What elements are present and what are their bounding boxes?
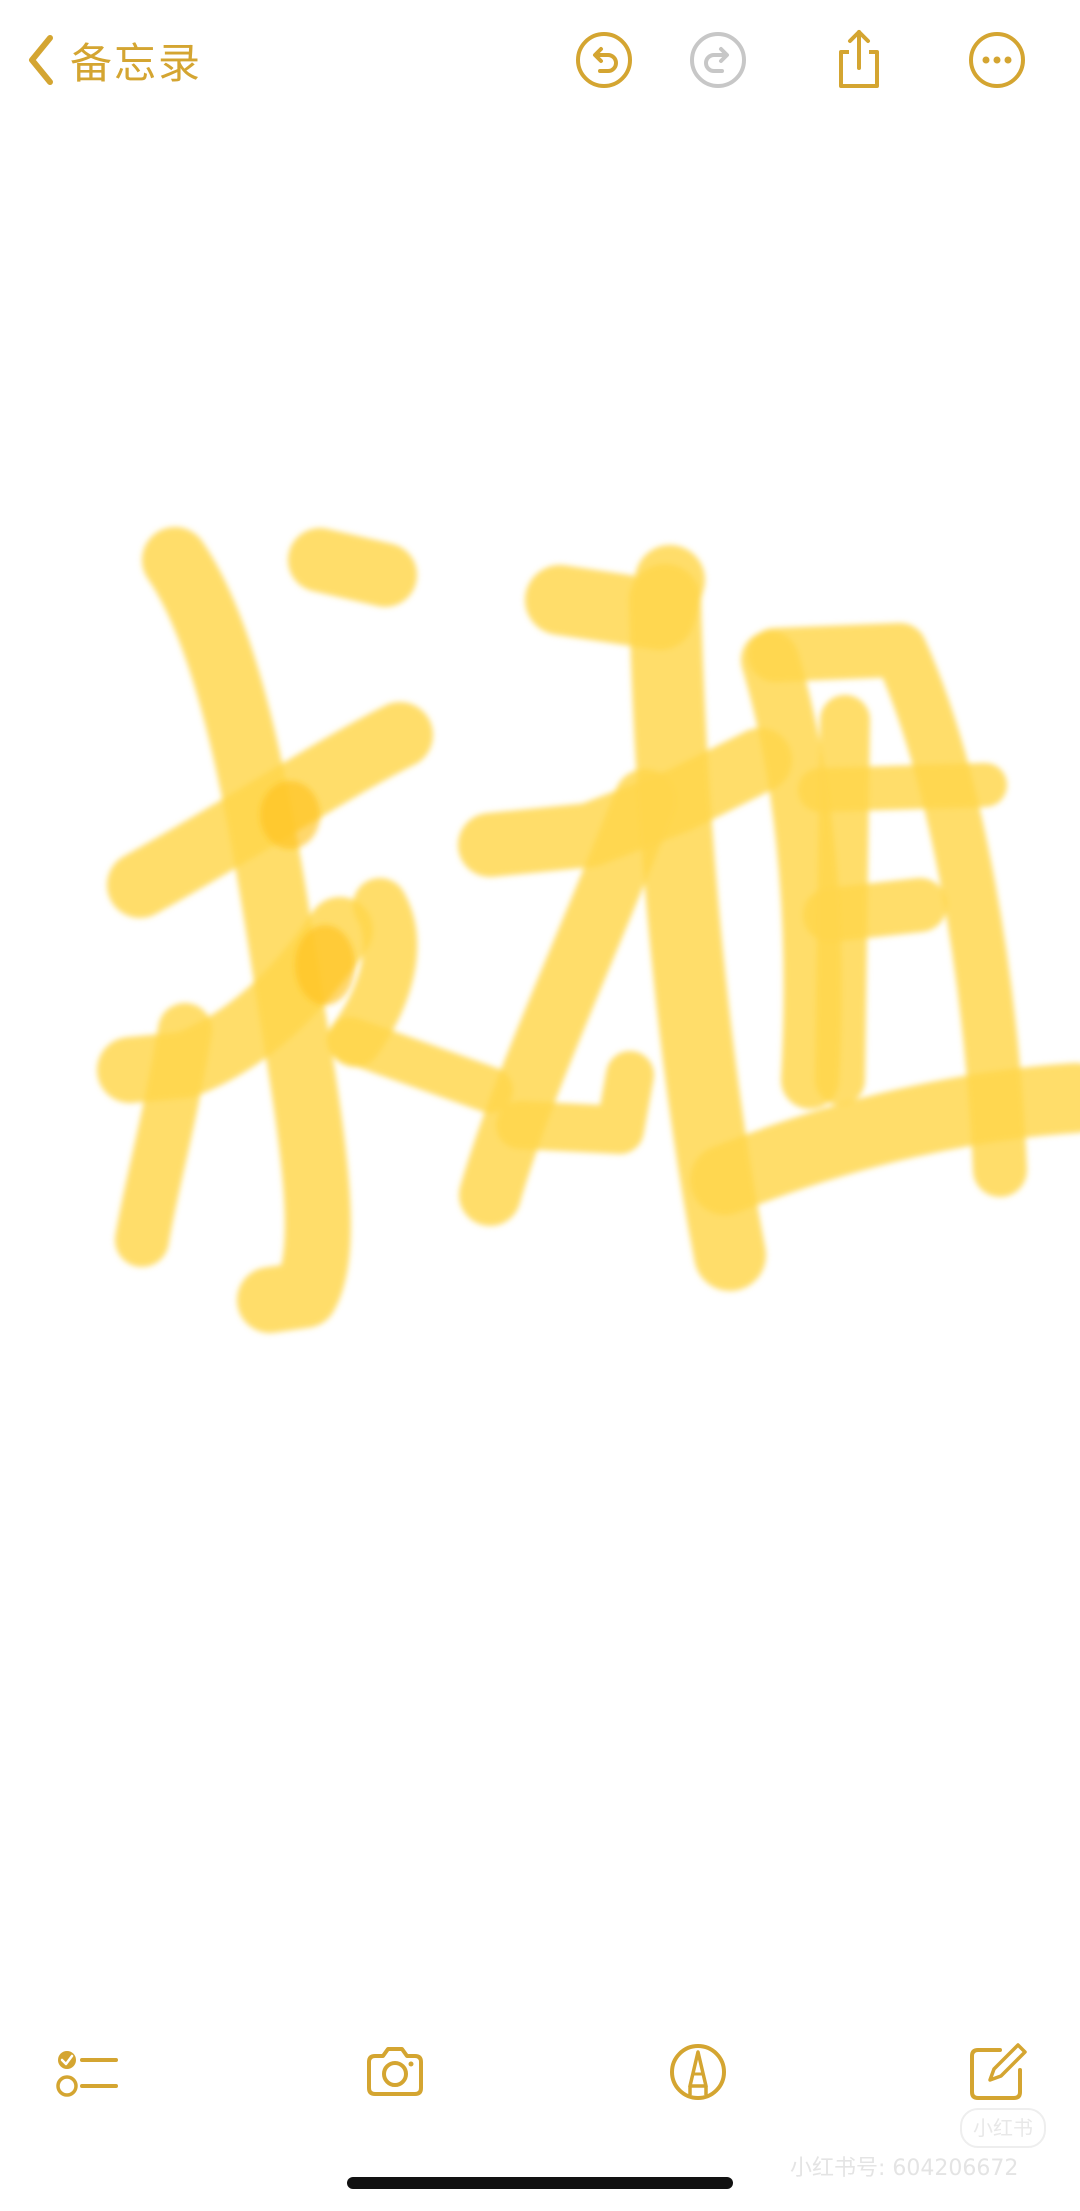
more-icon [969,32,1025,88]
markup-button[interactable] [666,2040,730,2104]
more-button[interactable] [965,28,1029,92]
compose-icon [970,2043,1027,2100]
redo-icon [690,32,746,88]
redo-button[interactable] [686,28,750,92]
markup-pen-icon [670,2044,726,2100]
drawing-canvas[interactable] [0,130,1080,2010]
watermark-text: 小红书号: 604206672 [790,2156,1019,2181]
home-indicator[interactable] [347,2177,733,2189]
bottom-toolbar [0,2030,1080,2120]
top-navigation-bar: 备忘录 [0,0,1080,130]
share-icon [839,30,879,88]
checklist-button[interactable] [54,2040,118,2104]
share-button[interactable] [827,28,891,92]
undo-icon [576,32,632,88]
back-button[interactable]: 备忘录 [26,30,202,90]
compose-button[interactable] [966,2040,1030,2104]
watermark-logo: 小红书 [960,2108,1046,2148]
checklist-icon [56,2051,118,2097]
chevron-left-icon [29,35,53,85]
back-label: 备忘录 [70,38,203,88]
camera-button[interactable] [363,2040,427,2104]
undo-button[interactable] [572,28,636,92]
camera-icon [367,2047,423,2096]
handwritten-drawing [97,527,1080,1333]
